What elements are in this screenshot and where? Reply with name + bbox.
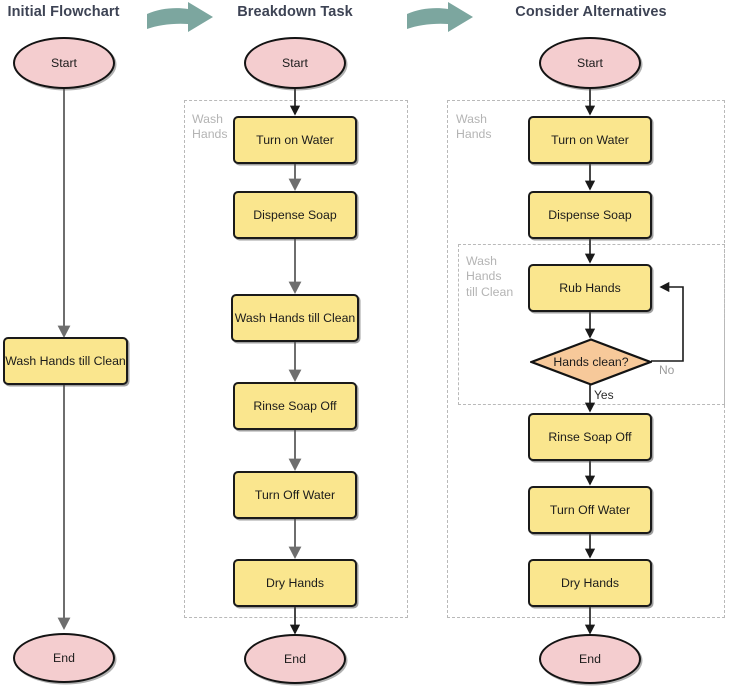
column-title-initial-flowchart: Initial Flowchart	[7, 4, 120, 20]
node-label: Turn Off Water	[549, 502, 631, 517]
node-label: Turn Off Water	[254, 487, 336, 502]
node-c2-rinse-soap-off[interactable]: Rinse Soap Off	[233, 382, 357, 430]
flowchart-canvas: Initial Flowchart Breakdown Task Conside…	[0, 0, 732, 686]
transition-arrow-1	[144, 2, 216, 38]
node-c3-dispense-soap[interactable]: Dispense Soap	[528, 191, 652, 239]
column-title-consider-alternatives: Consider Alternatives	[515, 4, 667, 20]
node-c3-dry-hands[interactable]: Dry Hands	[528, 559, 652, 607]
edge-label-no: No	[659, 363, 675, 377]
node-label: Dry Hands	[560, 575, 620, 590]
node-label: Wash Hands till Clean	[234, 310, 356, 325]
node-c3-rinse-soap-off[interactable]: Rinse Soap Off	[528, 413, 652, 461]
node-label: Start	[282, 55, 308, 70]
node-c3-hands-clean[interactable]: Hands clean?	[530, 338, 652, 386]
node-label: Start	[577, 55, 603, 70]
node-label: Rinse Soap Off	[548, 429, 632, 444]
node-label: Hands clean?	[553, 354, 629, 369]
node-c2-dispense-soap[interactable]: Dispense Soap	[233, 191, 357, 239]
column-title-breakdown-task: Breakdown Task	[237, 4, 353, 20]
node-label: Wash Hands till Clean	[5, 353, 126, 368]
node-c3-end[interactable]: End	[539, 634, 641, 684]
node-c2-turn-off-water[interactable]: Turn Off Water	[233, 471, 357, 519]
node-label: End	[53, 650, 75, 665]
node-label: Start	[51, 55, 77, 70]
node-label: Rub Hands	[559, 280, 621, 295]
node-label: Dry Hands	[265, 575, 325, 590]
node-c2-start[interactable]: Start	[244, 37, 346, 89]
node-c1-start[interactable]: Start	[13, 37, 115, 89]
curved-right-arrow-icon	[147, 2, 213, 32]
node-label: End	[284, 651, 306, 666]
node-c3-start[interactable]: Start	[539, 37, 641, 89]
node-label: End	[579, 651, 601, 666]
transition-arrow-2	[404, 2, 476, 38]
node-label: Turn on Water	[551, 132, 629, 147]
group-label-wash-till-clean-col3: Wash Hands till Clean	[466, 254, 514, 299]
node-label: Rinse Soap Off	[253, 398, 337, 413]
curved-right-arrow-icon	[407, 2, 473, 32]
node-label: Dispense Soap	[253, 207, 337, 222]
node-c3-turn-on-water[interactable]: Turn on Water	[528, 116, 652, 164]
node-c3-turn-off-water[interactable]: Turn Off Water	[528, 486, 652, 534]
node-c2-turn-on-water[interactable]: Turn on Water	[233, 116, 357, 164]
node-c1-end[interactable]: End	[13, 633, 115, 683]
node-c2-end[interactable]: End	[244, 634, 346, 684]
group-label-wash-hands-col3: Wash Hands	[456, 112, 492, 142]
group-box-wash-hands-col2	[184, 100, 408, 618]
edge-label-yes: Yes	[594, 388, 614, 402]
node-c2-wash-hands-till-clean[interactable]: Wash Hands till Clean	[231, 294, 359, 342]
node-c2-dry-hands[interactable]: Dry Hands	[233, 559, 357, 607]
node-label: Dispense Soap	[548, 207, 632, 222]
node-label: Turn on Water	[256, 132, 334, 147]
node-c3-rub-hands[interactable]: Rub Hands	[528, 264, 652, 312]
node-c1-wash-hands-till-clean[interactable]: Wash Hands till Clean	[3, 337, 128, 385]
